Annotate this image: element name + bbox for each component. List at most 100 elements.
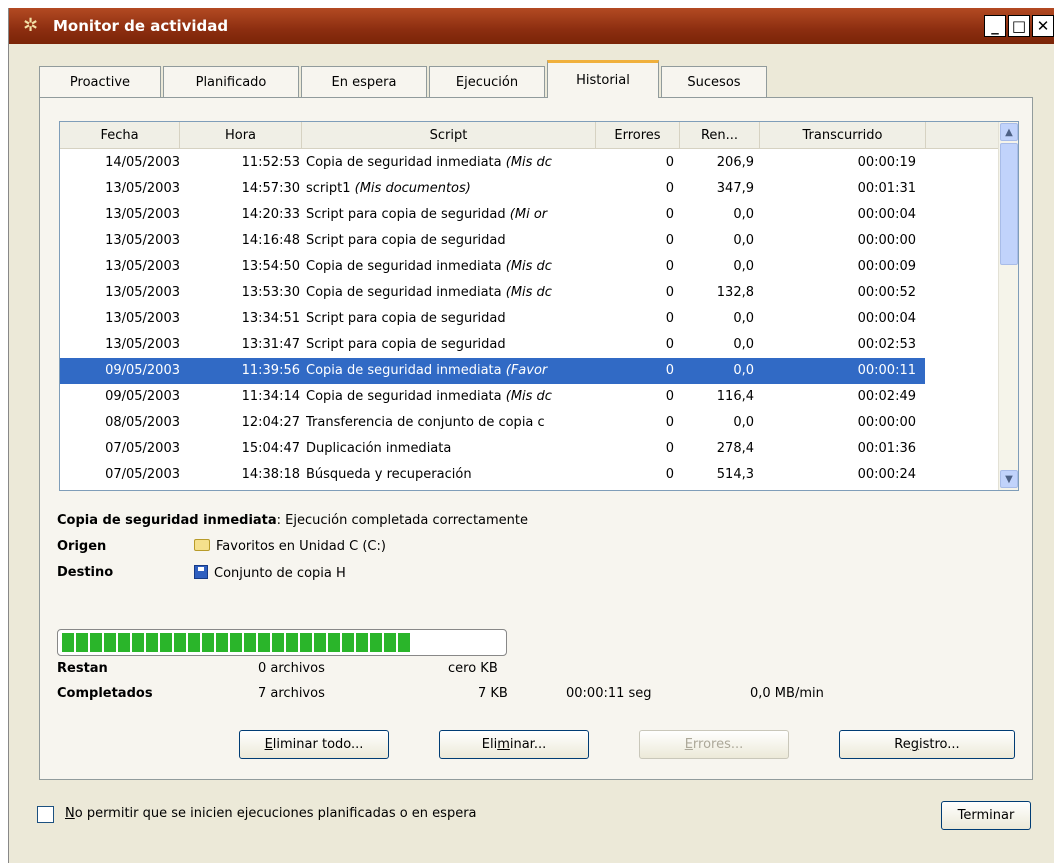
- progress-segment: [202, 633, 214, 652]
- cell-errores: 0: [665, 233, 674, 248]
- progress-segment: [188, 633, 200, 652]
- history-table: Fecha Hora Script Errores Ren... Transcu…: [59, 121, 1019, 491]
- col-fecha[interactable]: Fecha: [60, 122, 180, 149]
- cell-fecha: 13/05/2003: [105, 259, 180, 274]
- cell-fecha: 09/05/2003: [105, 389, 180, 404]
- progress-segment: [90, 633, 102, 652]
- progress-segment: [62, 633, 74, 652]
- vertical-scrollbar[interactable]: ▲ ▼: [998, 122, 1018, 490]
- cell-ren: 0,0: [733, 337, 754, 352]
- errores-button[interactable]: Errores...: [639, 730, 789, 759]
- cell-hora: 13:34:51: [241, 311, 300, 326]
- cell-script: Script para copia de seguridad: [306, 233, 506, 248]
- maximize-button[interactable]: □: [1008, 15, 1030, 37]
- table-row[interactable]: 09/05/2003 11:39:56 Copia de seguridad inm…: [60, 358, 1000, 384]
- cell-fecha: 13/05/2003: [105, 207, 180, 222]
- progress-segment: [300, 633, 312, 652]
- tab-ejecucion[interactable]: Ejecución: [429, 66, 545, 98]
- cell-errores: 0: [665, 181, 674, 196]
- disable-scheduled-checkbox[interactable]: [37, 806, 54, 823]
- progress-segment: [174, 633, 186, 652]
- table-row[interactable]: 13/05/2003 13:53:30 Copia de seguridad inm…: [60, 280, 1000, 306]
- cell-ren: 278,4: [716, 441, 754, 456]
- cell-fecha: 13/05/2003: [105, 311, 180, 326]
- cell-hora: 14:20:33: [241, 207, 300, 222]
- cell-fecha: 13/05/2003: [105, 337, 180, 352]
- close-button[interactable]: ✕: [1032, 15, 1054, 37]
- cell-script: Copia de seguridad inmediata (Mis dc: [306, 285, 552, 300]
- completados-files: 7 archivos: [258, 686, 325, 701]
- table-header: Fecha Hora Script Errores Ren... Transcu…: [60, 122, 1000, 149]
- progress-segment: [244, 633, 256, 652]
- tab-en-espera[interactable]: En espera: [301, 66, 427, 98]
- cell-ren: 514,3: [716, 467, 754, 482]
- table-row[interactable]: 14/05/2003 11:52:53 Copia de seguridad inm…: [60, 150, 1000, 176]
- cell-errores: 0: [665, 337, 674, 352]
- elapsed-time: 00:00:11 seg: [566, 686, 652, 701]
- terminar-button[interactable]: Terminar: [941, 801, 1031, 830]
- cell-ren: 132,8: [716, 285, 754, 300]
- col-hora[interactable]: Hora: [180, 122, 302, 149]
- cell-trans: 00:02:53: [857, 337, 916, 352]
- tab-planificado[interactable]: Planificado: [163, 66, 299, 98]
- cell-hora: 13:53:30: [241, 285, 300, 300]
- table-row[interactable]: 13/05/2003 14:57:30 script1 (Mis documento…: [60, 176, 1000, 202]
- table-row[interactable]: 13/05/2003 14:16:48 Script para copia de s…: [60, 228, 1000, 254]
- cell-errores: 0: [665, 207, 674, 222]
- table-row[interactable]: 13/05/2003 14:20:33 Script para copia de s…: [60, 202, 1000, 228]
- table-row[interactable]: 13/05/2003 13:31:47 Script para copia de s…: [60, 332, 1000, 358]
- scroll-thumb[interactable]: [1000, 143, 1018, 265]
- cell-hora: 11:39:56: [241, 363, 300, 378]
- cell-hora: 11:34:14: [241, 389, 300, 404]
- detail-script-name: Copia de seguridad inmediata: [57, 513, 277, 528]
- registro-button[interactable]: Re g istro...: [839, 730, 1015, 759]
- col-rendimiento[interactable]: Ren...: [680, 122, 760, 149]
- progress-segment: [258, 633, 270, 652]
- cell-trans: 00:00:09: [857, 259, 916, 274]
- tab-historial[interactable]: Historial: [547, 60, 659, 98]
- table-row[interactable]: 07/05/2003 15:04:47 Duplicación inmediata 0…: [60, 436, 1000, 462]
- table-row[interactable]: 08/05/2003 12:04:27 Transferencia de conju…: [60, 410, 1000, 436]
- table-row[interactable]: 13/05/2003 13:34:51 Script para copia de s…: [60, 306, 1000, 332]
- completados-label: Completados: [57, 686, 153, 701]
- cell-trans: 00:00:04: [857, 311, 916, 326]
- disable-scheduled-label[interactable]: No permitir que se inicien ejecuciones p…: [65, 806, 477, 821]
- eliminar-todo-button[interactable]: Eliminar todo...: [239, 730, 389, 759]
- table-row[interactable]: 09/05/2003 11:34:14 Copia de seguridad inm…: [60, 384, 1000, 410]
- col-transcurrido[interactable]: Transcurrido: [760, 122, 926, 149]
- cell-fecha: 13/05/2003: [105, 285, 180, 300]
- progress-segment: [216, 633, 228, 652]
- completados-size: 7 KB: [478, 686, 508, 701]
- gear-icon: ✲: [23, 15, 39, 36]
- cell-errores: 0: [665, 467, 674, 482]
- col-script[interactable]: Script: [302, 122, 596, 149]
- detail-status-line: Copia de seguridad inmediata: Ejecución …: [57, 513, 528, 528]
- cell-ren: 347,9: [716, 181, 754, 196]
- cell-script: Script para copia de seguridad: [306, 311, 506, 326]
- title-bar[interactable]: ✲ Monitor de actividad _ □ ✕: [9, 8, 1054, 44]
- cell-hora: 15:04:47: [241, 441, 300, 456]
- cell-trans: 00:01:36: [857, 441, 916, 456]
- cell-ren: 206,9: [716, 155, 754, 170]
- cell-ren: 0,0: [733, 233, 754, 248]
- cell-errores: 0: [665, 155, 674, 170]
- progress-segment: [328, 633, 340, 652]
- scroll-up-icon[interactable]: ▲: [1000, 123, 1018, 141]
- cell-script: Copia de seguridad inmediata (Mis dc: [306, 389, 552, 404]
- tab-sucesos[interactable]: Sucesos: [661, 66, 767, 98]
- minimize-button[interactable]: _: [984, 15, 1006, 37]
- cell-errores: 0: [665, 441, 674, 456]
- progress-segment: [118, 633, 130, 652]
- cell-errores: 0: [665, 363, 674, 378]
- cell-errores: 0: [665, 389, 674, 404]
- col-errores[interactable]: Errores: [596, 122, 680, 149]
- tab-proactive[interactable]: Proactive: [39, 66, 161, 98]
- destino-value: Conjunto de copia H: [194, 565, 346, 581]
- progress-segment: [230, 633, 242, 652]
- table-row[interactable]: 13/05/2003 13:54:50 Copia de seguridad inm…: [60, 254, 1000, 280]
- scroll-down-icon[interactable]: ▼: [1000, 470, 1018, 488]
- cell-script: Script para copia de seguridad (Mi or: [306, 207, 548, 222]
- eliminar-button[interactable]: Eli m inar...: [439, 730, 589, 759]
- cell-fecha: 13/05/2003: [105, 233, 180, 248]
- table-row[interactable]: 07/05/2003 14:38:18 Búsqueda y recuperació…: [60, 462, 1000, 488]
